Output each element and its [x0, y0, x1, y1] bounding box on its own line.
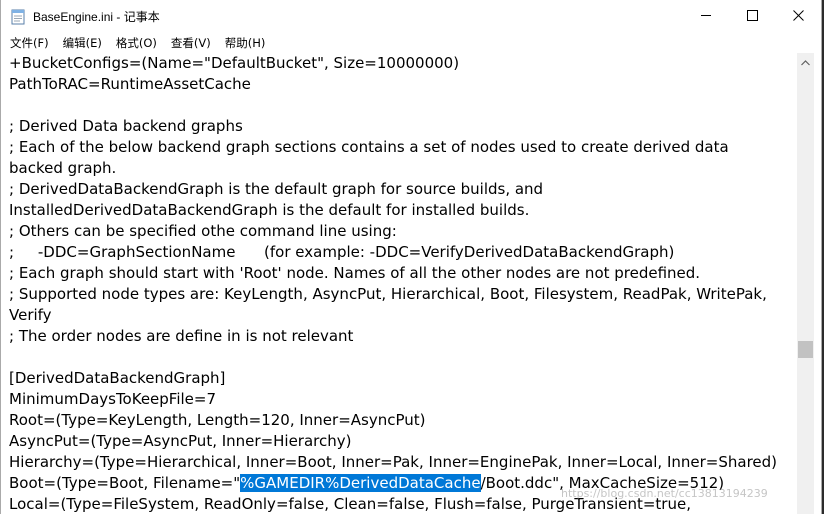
- text-line: ; Derived Data backend graphs: [9, 117, 243, 135]
- maximize-button[interactable]: [729, 0, 775, 33]
- scroll-thumb[interactable]: [798, 341, 813, 358]
- text-line: +BucketConfigs=(Name="DefaultBucket", Si…: [9, 54, 460, 72]
- chevron-up-icon: [801, 53, 810, 71]
- text-line: AsyncPut=(Type=AsyncPut, Inner=Hierarchy…: [9, 432, 352, 450]
- scroll-up-button[interactable]: [797, 53, 814, 70]
- text-line: ; Others can be specified othe command l…: [9, 222, 397, 240]
- watermark-text: https://blog.csdn.net/cc13813194239: [561, 487, 768, 500]
- text-line: Verify: [9, 306, 52, 324]
- text-line: InstalledDerivedDataBackendGraph is the …: [9, 201, 530, 219]
- window-controls: [683, 0, 821, 33]
- text-line: Root=(Type=KeyLength, Length=120, Inner=…: [9, 411, 426, 429]
- text-line: ; Each of the below backend graph sectio…: [9, 138, 729, 156]
- text-line: backed graph.: [9, 159, 117, 177]
- text-line: ; Each graph should start with 'Root' no…: [9, 264, 701, 282]
- text-before-selection: Boot=(Type=Boot, Filename=": [9, 474, 241, 492]
- text-line: [DerivedDataBackendGraph]: [9, 369, 226, 387]
- minimize-button[interactable]: [683, 0, 729, 33]
- maximize-icon: [746, 9, 758, 24]
- text-editor[interactable]: +BucketConfigs=(Name="DefaultBucket", Si…: [1, 53, 797, 514]
- text-line: PathToRAC=RuntimeAssetCache: [9, 75, 251, 93]
- text-line: ; -DDC=GraphSectionName (for example: -D…: [9, 243, 675, 261]
- menu-help[interactable]: 帮助(H): [218, 33, 273, 53]
- text-line: ; Supported node types are: KeyLength, A…: [9, 285, 767, 303]
- title-bar[interactable]: BaseEngine.ini - 记事本: [1, 0, 821, 33]
- close-button[interactable]: [775, 0, 821, 33]
- selected-text[interactable]: %GAMEDIR%DerivedDataCache: [240, 474, 481, 492]
- menu-format[interactable]: 格式(O): [109, 33, 164, 53]
- text-line: Hierarchy=(Type=Hierarchical, Inner=Boot…: [9, 453, 778, 471]
- text-line: MinimumDaysToKeepFile=7: [9, 390, 217, 408]
- menu-edit[interactable]: 编辑(E): [56, 33, 109, 53]
- vertical-scrollbar[interactable]: [797, 53, 814, 514]
- menu-view[interactable]: 查看(V): [164, 33, 218, 53]
- notepad-window: BaseEngine.ini - 记事本 文件(F) 编辑(E) 格式(O) 查…: [0, 0, 822, 514]
- close-icon: [792, 9, 804, 24]
- text-line: ; The order nodes are define in is not r…: [9, 327, 354, 345]
- menu-file[interactable]: 文件(F): [1, 33, 56, 53]
- menu-bar: 文件(F) 编辑(E) 格式(O) 查看(V) 帮助(H): [1, 33, 821, 53]
- text-line: ; DerivedDataBackendGraph is the default…: [9, 180, 544, 198]
- window-title: BaseEngine.ini - 记事本: [33, 10, 160, 24]
- notepad-icon: [10, 9, 26, 25]
- minimize-icon: [700, 10, 712, 24]
